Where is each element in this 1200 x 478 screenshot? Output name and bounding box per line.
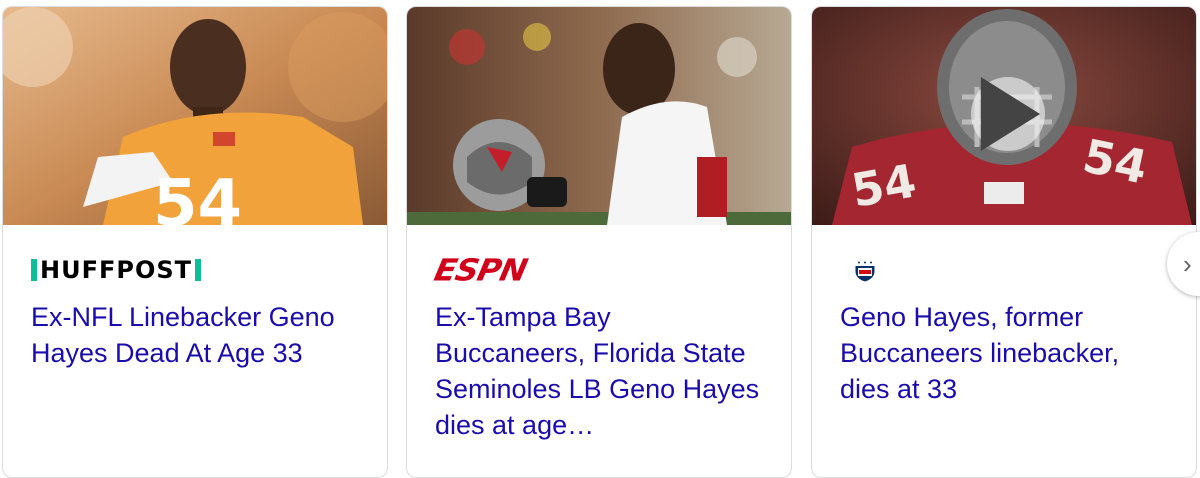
- video-play-button[interactable]: [971, 77, 1045, 151]
- thumbnail-image: 54: [3, 7, 387, 225]
- espn-logo: ESPN: [431, 251, 530, 289]
- svg-text:54: 54: [848, 154, 920, 218]
- news-card-thumbnail[interactable]: 54 54: [812, 7, 1196, 225]
- chevron-right-icon: ›: [1183, 249, 1192, 279]
- svg-text:54: 54: [153, 167, 242, 225]
- huffpost-logo-bar-left: [31, 259, 37, 281]
- play-icon: [980, 77, 1041, 151]
- news-card-thumbnail[interactable]: 54: [3, 7, 387, 225]
- news-headline-link[interactable]: Ex-Tampa Bay Buccaneers, Florida State S…: [435, 299, 765, 443]
- huffpost-logo-bar-right: [195, 259, 202, 281]
- news-headline-link[interactable]: Ex-NFL Linebacker Geno Hayes Dead At Age…: [31, 299, 361, 371]
- news-source-logo: ESPN: [431, 252, 530, 288]
- news-source-logo: [840, 255, 876, 285]
- news-source-logo: HUFFPOST: [31, 255, 202, 285]
- huffpost-logo: HUFFPOST: [31, 256, 202, 284]
- nfl-shield-logo: [854, 258, 876, 283]
- news-card-nfl[interactable]: 54 54 Geno Hayes, former Buccaneers line…: [811, 6, 1197, 478]
- news-card-huffpost[interactable]: 54 HUFFPOST Ex-NFL Linebacker Geno Hayes…: [2, 6, 388, 478]
- news-card-thumbnail[interactable]: [407, 7, 791, 225]
- news-headline-link[interactable]: Geno Hayes, former Buccaneers linebacker…: [840, 299, 1170, 407]
- news-source-name: HUFFPOST: [40, 256, 193, 284]
- news-card-espn[interactable]: ESPN Ex-Tampa Bay Buccaneers, Florida St…: [406, 6, 792, 478]
- thumbnail-image: [407, 7, 791, 225]
